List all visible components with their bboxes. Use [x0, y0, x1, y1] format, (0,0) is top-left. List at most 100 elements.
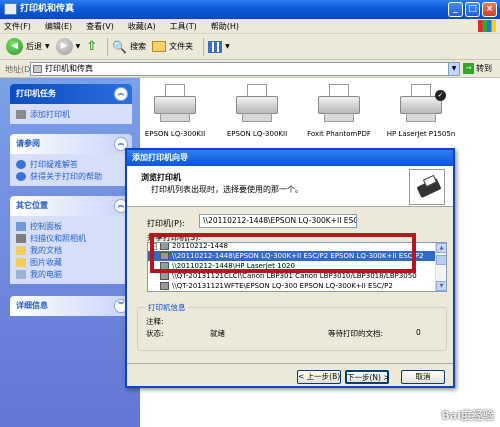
- waiting-docs-label: 等待打印的文档:: [328, 329, 384, 338]
- back-dropdown-icon[interactable]: ▼: [45, 43, 50, 50]
- dialog-header: 浏览打印机 打印机列表出现时，选择要使用的那一个。: [127, 166, 453, 207]
- details-title: 详细信息: [16, 301, 48, 310]
- printer-icon: [160, 252, 169, 260]
- menu-view[interactable]: 查看(V): [86, 21, 114, 32]
- scanner-camera-icon: [16, 233, 26, 243]
- control-panel-link[interactable]: 控制面板: [16, 220, 126, 232]
- scroll-thumb[interactable]: [436, 255, 446, 265]
- printer-label: HP LaserJet P1505n: [386, 130, 456, 138]
- dialog-button-row: < 上一步(B) 下一步(N) > 取消: [127, 363, 453, 386]
- printer-tasks-panel: 打印机任务 ︽ 添加打印机: [10, 84, 132, 124]
- my-computer-label: 我的电脑: [30, 269, 62, 279]
- printer-label: EPSON LQ-300KII: [226, 130, 288, 138]
- my-documents-link[interactable]: 我的文档: [16, 244, 126, 256]
- go-button-label: 转到: [476, 64, 492, 73]
- my-pictures-link[interactable]: 图片收藏: [16, 256, 126, 268]
- help-icon: [16, 171, 26, 181]
- up-folder-button[interactable]: ⇧: [86, 39, 97, 54]
- computer-icon: [16, 269, 26, 279]
- see-also-header[interactable]: 请参阅 ︽: [10, 134, 132, 154]
- search-button[interactable]: 🔍 搜索: [112, 40, 146, 54]
- next-step-button[interactable]: 下一步(N) >: [345, 370, 390, 384]
- forward-button[interactable]: ▶ ▼: [55, 38, 81, 55]
- other-places-header[interactable]: 其它位置 ︽: [10, 196, 132, 216]
- collapse-chevron-icon[interactable]: ︽: [114, 87, 128, 101]
- menu-file[interactable]: 文件(F): [4, 21, 31, 32]
- my-computer-link[interactable]: 我的电脑: [16, 268, 126, 280]
- close-button[interactable]: ×: [482, 2, 497, 17]
- list-item[interactable]: \\20110212-1448\EPSON LQ-300K+II ESC/P2 …: [148, 251, 436, 261]
- list-item[interactable]: − 20110212-1448: [148, 243, 436, 251]
- cancel-button[interactable]: 取消: [401, 370, 445, 384]
- computer-icon: [160, 243, 169, 250]
- go-arrow-icon: →: [463, 63, 474, 74]
- printers-folder-icon: [4, 3, 17, 15]
- printer-tasks-title: 打印机任务: [16, 89, 56, 98]
- add-printer-link[interactable]: 添加打印机: [16, 108, 126, 120]
- list-scrollbar[interactable]: ▲ ▼: [435, 243, 446, 291]
- go-button[interactable]: → 转到: [463, 63, 492, 74]
- views-button[interactable]: ▼: [208, 40, 230, 53]
- folders-icon: [152, 41, 167, 52]
- wizard-printer-icon: [409, 169, 445, 205]
- printer-icon: [160, 262, 169, 270]
- shared-printers-list[interactable]: − 20110212-1448 \\20110212-1448\EPSON LQ…: [147, 242, 447, 292]
- printing-help-label: 获得关于打印的帮助: [30, 171, 102, 181]
- toolbar-separator: [107, 37, 109, 56]
- troubleshoot-printing-link[interactable]: 打印疑难解答: [16, 158, 126, 170]
- views-icon: [208, 40, 223, 53]
- default-printer-check-icon: ✓: [435, 90, 446, 101]
- scanners-cameras-link[interactable]: 扫描仪和照相机: [16, 232, 126, 244]
- printer-input[interactable]: \\20110212-1448\EPSON LQ-300K+II ESC/P2: [199, 214, 357, 228]
- list-item[interactable]: \\QT-20131121CLCI\Canon LBP301 Canon LBP…: [148, 271, 436, 281]
- printer-item[interactable]: ✓ HP LaserJet P1505n: [386, 82, 456, 152]
- menu-edit[interactable]: 编辑(E): [45, 21, 72, 32]
- printer-item[interactable]: Foxit PhantomPDF: [304, 82, 374, 152]
- my-documents-label: 我的文档: [30, 245, 62, 255]
- other-places-panel: 其它位置 ︽ 控制面板 扫描仪和照相机 我的文档 图片收藏 我的电脑: [10, 196, 132, 284]
- control-panel-icon: [16, 221, 26, 231]
- list-item[interactable]: \\20110212-1448\HP LaserJet 1020: [148, 261, 436, 271]
- other-places-body: 控制面板 扫描仪和照相机 我的文档 图片收藏 我的电脑: [10, 216, 132, 284]
- collapse-node-icon[interactable]: −: [150, 243, 157, 250]
- window-controls: _ □ ×: [448, 2, 497, 17]
- toolbar-separator: [203, 37, 205, 56]
- address-value: 打印机和传真: [45, 64, 93, 73]
- printers-folder-icon: [33, 65, 42, 73]
- scroll-down-icon[interactable]: ▼: [436, 281, 446, 291]
- list-item-text: \\20110212-1448\EPSON LQ-300K+II ESC/P2 …: [172, 252, 424, 260]
- address-input[interactable]: 打印机和传真: [30, 62, 458, 76]
- back-button[interactable]: ◀ 后退 ▼: [6, 38, 50, 55]
- menu-tools[interactable]: 工具(T): [170, 21, 197, 32]
- status-value: 就绪: [210, 329, 225, 338]
- list-item-text: \\20110212-1448\HP LaserJet 1020: [172, 262, 295, 270]
- watermark: Bai度经验: [441, 409, 494, 422]
- toolbar: ◀ 后退 ▼ ▶ ▼ ⇧ 🔍 搜索 文件夹 ▼: [0, 34, 500, 60]
- back-step-button[interactable]: < 上一步(B): [297, 370, 341, 384]
- menu-help[interactable]: 帮助(H): [211, 21, 239, 32]
- menu-favorites[interactable]: 收藏(A): [128, 21, 156, 32]
- details-header[interactable]: 详细信息 ︾: [10, 296, 132, 316]
- dialog-header-description: 打印机列表出现时，选择要使用的那一个。: [151, 185, 303, 194]
- other-places-title: 其它位置: [16, 201, 48, 210]
- minimize-button[interactable]: _: [448, 2, 463, 17]
- printer-tasks-header[interactable]: 打印机任务 ︽: [10, 84, 132, 104]
- add-printer-wizard-dialog: 添加打印机向导 浏览打印机 打印机列表出现时，选择要使用的那一个。 打印机(P)…: [125, 148, 455, 388]
- forward-dropdown-icon[interactable]: ▼: [76, 43, 81, 50]
- printer-tasks-body: 添加打印机: [10, 104, 132, 124]
- printer-item[interactable]: EPSON LQ-300KII: [140, 82, 210, 152]
- menu-bar: 文件(F) 编辑(E) 查看(V) 收藏(A) 工具(T) 帮助(H): [0, 19, 500, 34]
- printing-help-link[interactable]: 获得关于打印的帮助: [16, 170, 126, 182]
- printer-item[interactable]: EPSON LQ-300KII: [222, 82, 292, 152]
- window-titlebar: 打印机和传真 _ □ ×: [0, 0, 500, 19]
- address-dropdown-icon[interactable]: ▼: [448, 62, 460, 76]
- folder-icon: [16, 257, 26, 267]
- maximize-button[interactable]: □: [465, 2, 480, 17]
- scroll-up-icon[interactable]: ▲: [436, 243, 446, 253]
- folders-button[interactable]: 文件夹: [152, 41, 193, 52]
- see-also-panel: 请参阅 ︽ 打印疑难解答 获得关于打印的帮助: [10, 134, 132, 186]
- list-item[interactable]: \\QT-20131121WFTE\EPSON LQ-300 EPSON LQ-…: [148, 281, 436, 291]
- printer-icon: [160, 282, 169, 290]
- troubleshoot-printing-label: 打印疑难解答: [30, 159, 78, 169]
- back-arrow-icon: ◀: [6, 38, 23, 55]
